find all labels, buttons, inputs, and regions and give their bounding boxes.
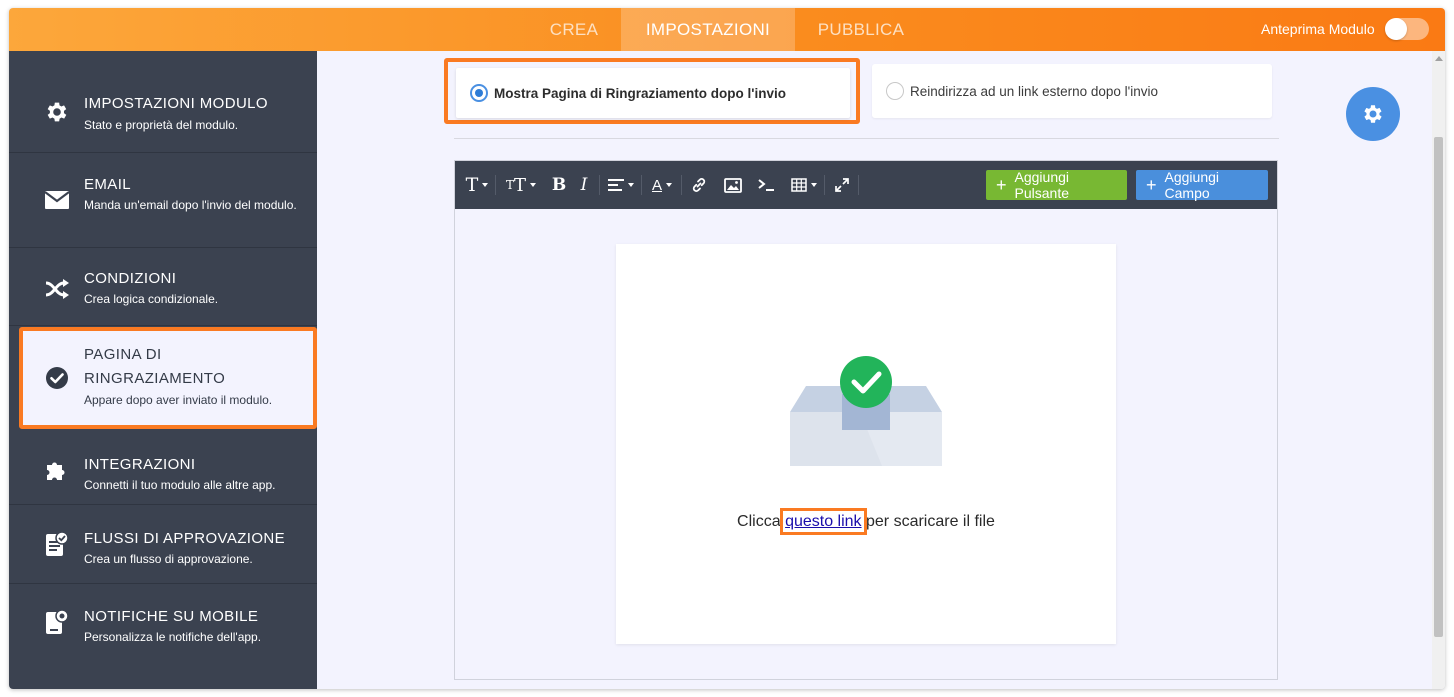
sidebar-item-title: PAGINA DI RINGRAZIAMENTO xyxy=(84,346,226,387)
puzzle-icon xyxy=(43,455,71,483)
vertical-scrollbar[interactable] xyxy=(1432,51,1445,689)
thank-you-content-card[interactable]: Clicca questo link per scaricare il file xyxy=(616,244,1116,644)
option-card: Mostra Pagina di Ringraziamento dopo l'i… xyxy=(456,68,850,118)
add-field-button[interactable]: + Aggiungi Campo xyxy=(1136,169,1268,201)
app-window: CREA IMPOSTAZIONI PUBBLICA Anteprima Mod… xyxy=(9,8,1445,689)
settings-sidebar: IMPOSTAZIONI MODULO Stato e proprietà de… xyxy=(9,51,317,689)
sidebar-item-notifiche-mobile[interactable]: NOTIFICHE SU MOBILE Personalizza le noti… xyxy=(9,584,317,659)
gear-icon xyxy=(1364,105,1382,123)
option-redirect-external[interactable]: Reindirizza ad un link esterno dopo l'in… xyxy=(872,64,1272,118)
sidebar-item-title: INTEGRAZIONI xyxy=(84,456,196,473)
toolbar-separator xyxy=(599,175,600,195)
tab-impostazioni[interactable]: IMPOSTAZIONI xyxy=(621,8,795,51)
font-size-icon[interactable]: TT xyxy=(503,173,539,197)
preview-label: Anteprima Modulo xyxy=(1261,21,1375,37)
tab-crea[interactable]: CREA xyxy=(529,8,619,51)
link-icon[interactable] xyxy=(689,173,709,197)
sidebar-item-title: CONDIZIONI xyxy=(84,270,177,287)
align-icon[interactable] xyxy=(605,173,637,197)
plus-icon: + xyxy=(1146,175,1157,195)
sidebar-item-desc: Connetti il tuo modulo alle altre app. xyxy=(84,478,276,492)
sidebar-item-title: FLUSSI DI APPROVAZIONE xyxy=(84,530,286,547)
sidebar-item-email[interactable]: EMAIL Manda un'email dopo l'invio del mo… xyxy=(9,153,317,248)
sidebar-item-flussi-approvazione[interactable]: FLUSSI DI APPROVAZIONE Crea un flusso di… xyxy=(9,505,317,584)
message-text-after: per scaricare il file xyxy=(861,513,995,530)
envelope-icon xyxy=(43,186,71,214)
sidebar-item-desc: Crea logica condizionale. xyxy=(84,292,219,306)
option-thank-you-page[interactable]: Mostra Pagina di Ringraziamento dopo l'i… xyxy=(444,58,860,124)
text-color-icon[interactable]: A xyxy=(648,173,676,197)
add-field-label: Aggiungi Campo xyxy=(1164,169,1220,201)
divider xyxy=(454,138,1279,139)
preview-toggle[interactable] xyxy=(1385,18,1429,40)
sidebar-item-desc: Appare dopo aver inviato il modulo. xyxy=(84,393,273,407)
scrollbar-thumb[interactable] xyxy=(1434,137,1443,637)
sidebar-item-impostazioni-modulo[interactable]: IMPOSTAZIONI MODULO Stato e proprietà de… xyxy=(9,51,317,153)
sidebar-item-desc: Stato e proprietà del modulo. xyxy=(84,118,239,132)
scroll-up-arrow-icon[interactable] xyxy=(1435,56,1443,61)
rich-text-editor: T TT B I A + Aggiungi Pulsante + Aggiung… xyxy=(454,160,1278,680)
gear-icon xyxy=(43,98,71,126)
thank-you-message: Clicca questo link per scaricare il file xyxy=(616,508,1116,535)
code-icon[interactable] xyxy=(757,173,775,197)
sidebar-item-title: EMAIL xyxy=(84,176,132,193)
check-circle-icon xyxy=(43,364,71,392)
message-text-before: Clicca xyxy=(737,513,786,530)
approval-doc-icon xyxy=(43,530,71,558)
settings-gear-button[interactable] xyxy=(1346,87,1400,141)
plus-icon: + xyxy=(996,175,1007,195)
editor-toolbar: T TT B I A + Aggiungi Pulsante + Aggiung… xyxy=(455,161,1277,209)
radio-thank-you-page[interactable] xyxy=(470,84,488,102)
sidebar-item-pagina-ringraziamento[interactable]: PAGINA DI RINGRAZIAMENTO Appare dopo ave… xyxy=(19,327,317,429)
toolbar-separator xyxy=(641,175,642,195)
sidebar-item-condizioni[interactable]: CONDIZIONI Crea logica condizionale. xyxy=(9,248,317,326)
image-icon[interactable] xyxy=(723,173,743,197)
sidebar-item-desc: Personalizza le notifiche dell'app. xyxy=(84,630,262,644)
option-label: Mostra Pagina di Ringraziamento dopo l'i… xyxy=(494,86,786,101)
sidebar-item-desc: Manda un'email dopo l'invio del modulo. xyxy=(84,198,297,212)
shuffle-icon xyxy=(43,275,71,303)
table-icon[interactable] xyxy=(789,173,819,197)
toolbar-separator xyxy=(681,175,682,195)
sidebar-item-desc: Crea un flusso di approvazione. xyxy=(84,552,253,566)
download-link[interactable]: questo link xyxy=(780,508,867,535)
toolbar-separator xyxy=(495,175,496,195)
radio-redirect-external[interactable] xyxy=(886,82,904,100)
bold-icon[interactable]: B xyxy=(551,173,567,197)
sidebar-item-title: IMPOSTAZIONI MODULO xyxy=(84,95,268,112)
inbox-check-icon xyxy=(788,354,944,474)
add-button-button[interactable]: + Aggiungi Pulsante xyxy=(986,169,1127,201)
sidebar-item-title: NOTIFICHE SU MOBILE xyxy=(84,608,259,625)
toolbar-separator xyxy=(858,175,859,195)
option-label: Reindirizza ad un link esterno dopo l'in… xyxy=(910,84,1158,99)
font-icon[interactable]: T xyxy=(463,173,491,197)
fullscreen-icon[interactable] xyxy=(833,173,851,197)
italic-icon[interactable]: I xyxy=(577,173,591,197)
toolbar-separator xyxy=(824,175,825,195)
mobile-notification-icon xyxy=(43,608,71,636)
tab-pubblica[interactable]: PUBBLICA xyxy=(805,8,917,51)
top-navigation-bar: CREA IMPOSTAZIONI PUBBLICA Anteprima Mod… xyxy=(9,8,1445,51)
sidebar-item-integrazioni[interactable]: INTEGRAZIONI Connetti il tuo modulo alle… xyxy=(9,431,317,505)
toggle-knob xyxy=(1385,18,1407,40)
add-button-label: Aggiungi Pulsante xyxy=(1014,169,1070,201)
